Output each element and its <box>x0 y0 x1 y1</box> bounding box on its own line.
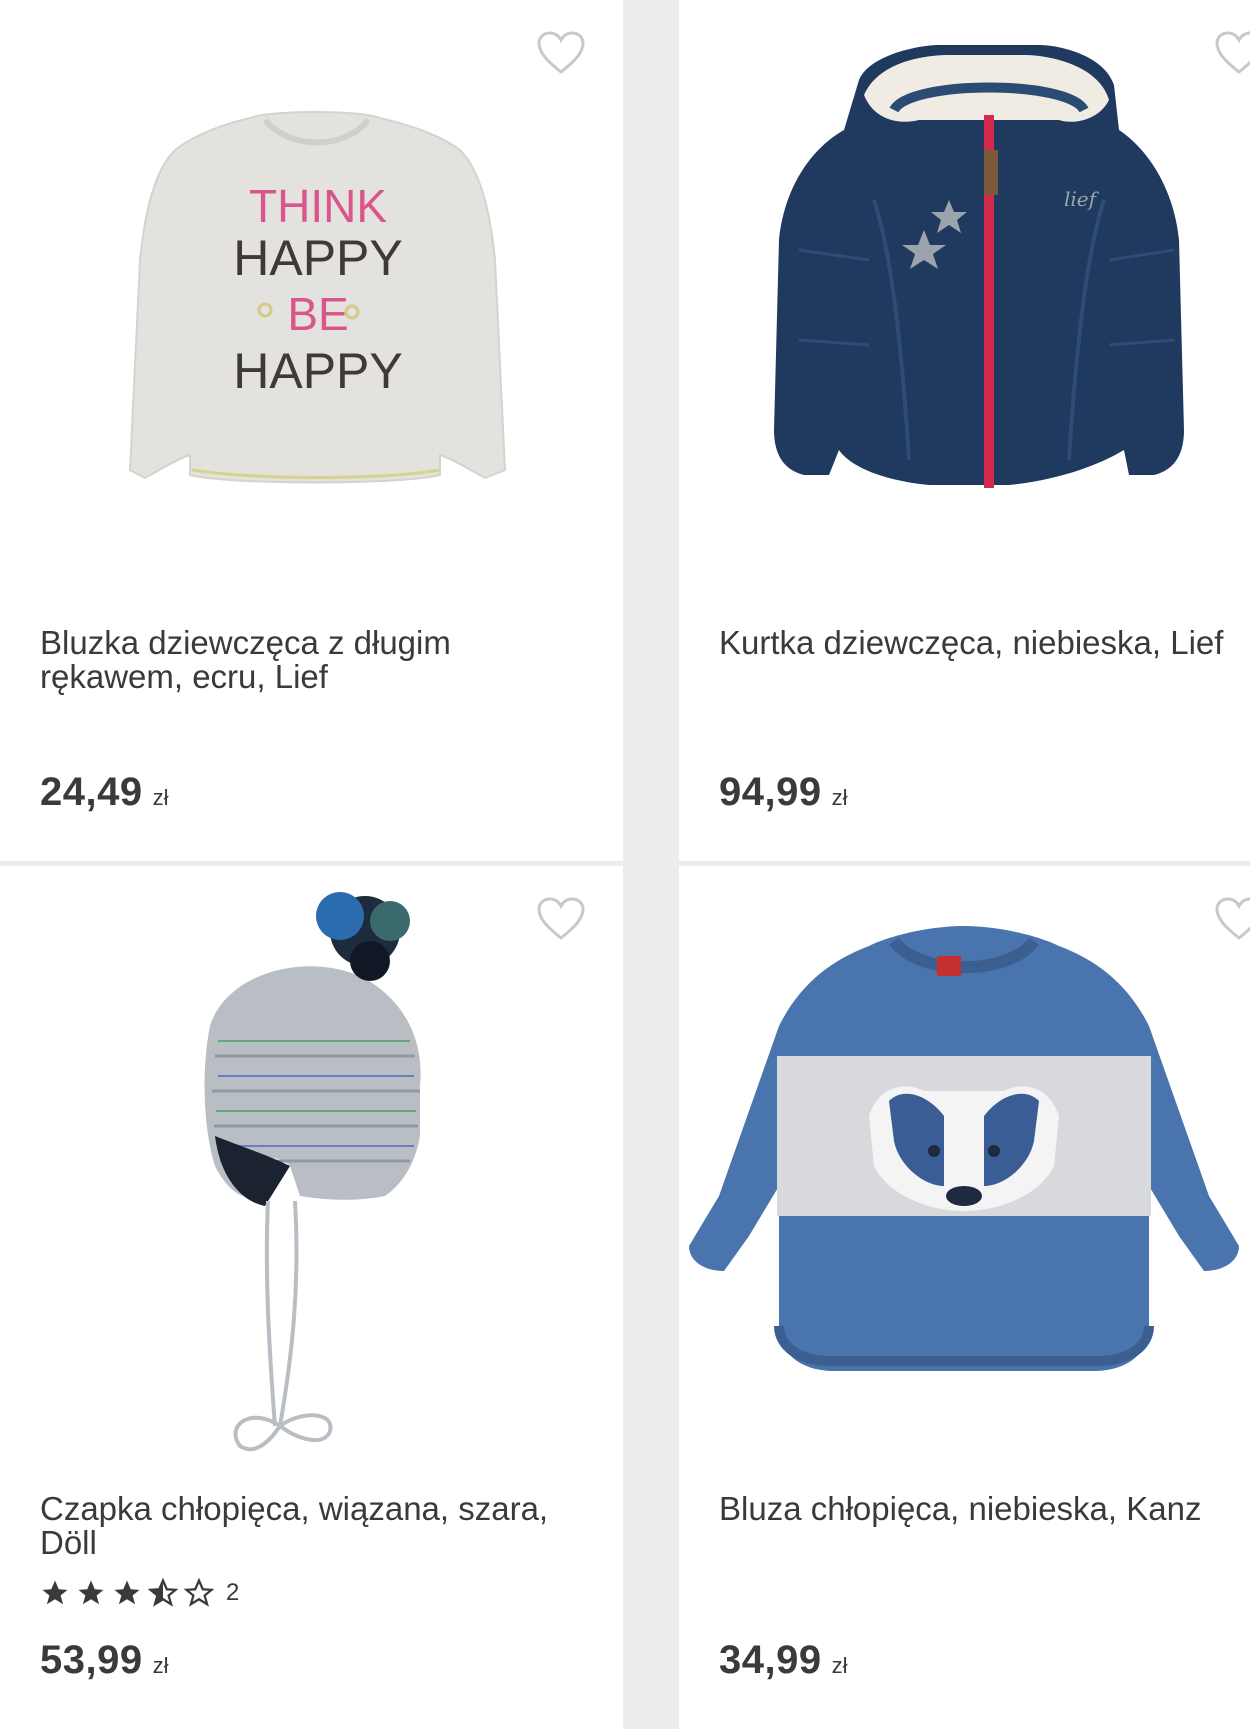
star-half-icon <box>148 1578 178 1607</box>
product-grid: THINK HAPPY BE HAPPY Bluzka dziewczęca z… <box>0 0 1250 1729</box>
price-currency: zł <box>152 785 169 810</box>
product-title[interactable]: Bluzka dziewczęca z długim rękawem, ecru… <box>40 626 560 694</box>
star-filled-icon <box>42 1580 68 1605</box>
product-image[interactable] <box>679 866 1250 1426</box>
product-card[interactable]: Czapka chłopięca, wiązana, szara, Döll 2… <box>0 866 623 1729</box>
price-amount: 53,99 <box>40 1638 143 1682</box>
product-image[interactable]: lief <box>679 0 1250 560</box>
price-currency: zł <box>152 1653 169 1678</box>
product-price: 94,99 zł <box>719 770 848 815</box>
jacket-illustration: lief <box>774 45 1184 488</box>
price-amount: 24,49 <box>40 770 143 814</box>
rating-count: 2 <box>226 1579 240 1606</box>
price-currency: zł <box>831 1653 848 1678</box>
product-title[interactable]: Czapka chłopięca, wiązana, szara, Döll <box>40 1492 560 1560</box>
product-title[interactable]: Kurtka dziewczęca, niebieska, Lief <box>719 626 1239 660</box>
price-amount: 94,99 <box>719 770 822 814</box>
shirt-text-line: HAPPY <box>233 230 403 286</box>
shirt-text-line: HAPPY <box>233 343 403 399</box>
star-filled-icon <box>78 1580 104 1605</box>
product-rating[interactable]: 2 <box>40 1578 239 1608</box>
price-currency: zł <box>831 785 848 810</box>
svg-text:lief: lief <box>1064 187 1100 211</box>
product-image[interactable]: THINK HAPPY BE HAPPY <box>0 0 623 560</box>
sweatshirt-illustration <box>689 926 1239 1371</box>
product-price: 53,99 zł <box>40 1638 169 1683</box>
product-image[interactable] <box>0 866 623 1452</box>
product-title[interactable]: Bluza chłopięca, niebieska, Kanz <box>719 1492 1239 1526</box>
product-price: 24,49 zł <box>40 770 169 815</box>
price-amount: 34,99 <box>719 1638 822 1682</box>
product-card[interactable]: lief Kurtka dziewczęca, niebieska, Lief … <box>679 0 1250 861</box>
star-filled-icon <box>114 1580 140 1605</box>
shirt-text-line: THINK <box>249 180 387 232</box>
product-card[interactable]: Bluza chłopięca, niebieska, Kanz 34,99 zł <box>679 866 1250 1729</box>
star-outline-icon <box>184 1578 214 1607</box>
shirt-illustration: THINK HAPPY BE HAPPY <box>128 111 507 484</box>
hat-illustration <box>204 892 421 1452</box>
product-card[interactable]: THINK HAPPY BE HAPPY Bluzka dziewczęca z… <box>0 0 623 861</box>
product-price: 34,99 zł <box>719 1638 848 1683</box>
shirt-text-line: BE <box>287 288 348 340</box>
